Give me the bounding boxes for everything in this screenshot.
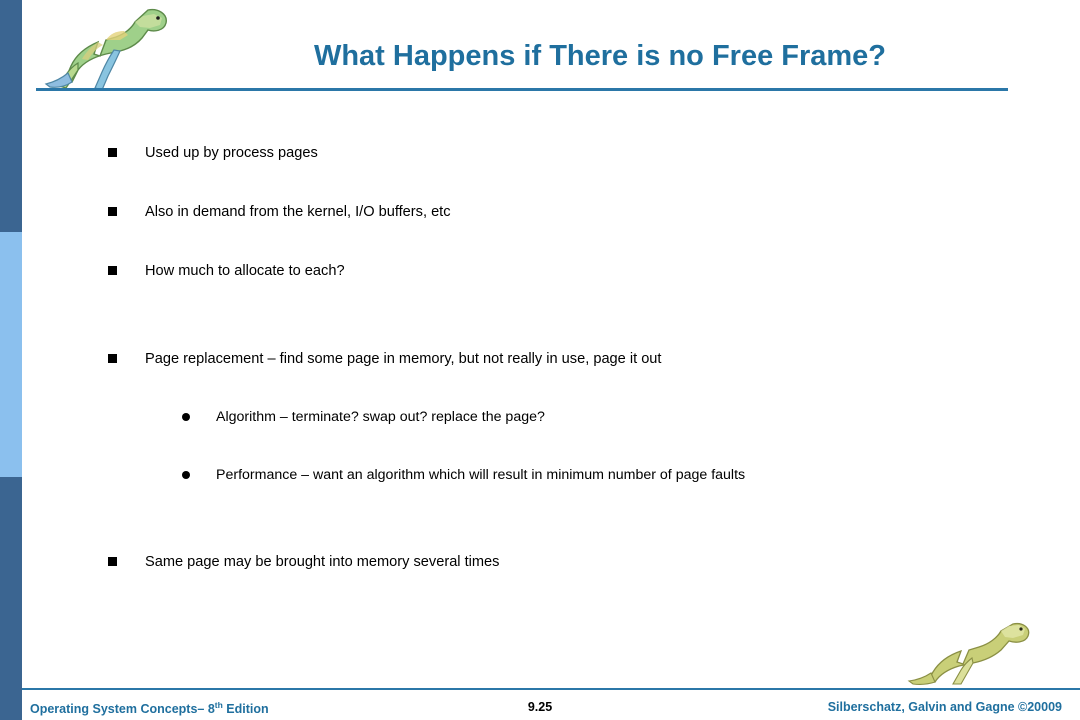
slide-body: Used up by process pages Also in demand … xyxy=(0,140,1080,579)
dinosaur-logo-icon xyxy=(905,612,1035,688)
sub-bullet-text: Algorithm – terminate? swap out? replace… xyxy=(216,409,545,425)
slide-title: What Happens if There is no Free Frame? xyxy=(313,40,887,72)
bullet-item: Same page may be brought into memory sev… xyxy=(0,549,1080,579)
title-underline xyxy=(36,88,1008,91)
square-bullet-icon xyxy=(108,266,117,275)
sub-bullet-item: Algorithm – terminate? swap out? replace… xyxy=(0,404,1080,433)
bullet-text: Used up by process pages xyxy=(145,145,318,161)
round-bullet-icon xyxy=(182,413,190,421)
bullet-text: Page replacement – find some page in mem… xyxy=(145,351,662,367)
square-bullet-icon xyxy=(108,354,117,363)
round-bullet-icon xyxy=(182,471,190,479)
bullet-text: How much to allocate to each? xyxy=(145,263,345,279)
sub-bullet-item: Performance – want an algorithm which wi… xyxy=(0,462,1080,491)
bullet-item: Used up by process pages xyxy=(0,140,1080,170)
footer-divider xyxy=(22,688,1080,690)
bullet-item: How much to allocate to each? xyxy=(0,258,1080,288)
dinosaur-logo-icon xyxy=(36,4,176,92)
square-bullet-icon xyxy=(108,148,117,157)
square-bullet-icon xyxy=(108,557,117,566)
bullet-text: Also in demand from the kernel, I/O buff… xyxy=(145,204,451,220)
footer-copyright: Silberschatz, Galvin and Gagne ©20009 xyxy=(827,700,1062,714)
bullet-item: Page replacement – find some page in mem… xyxy=(0,346,1080,376)
bullet-text: Same page may be brought into memory sev… xyxy=(145,554,500,570)
sub-bullet-text: Performance – want an algorithm which wi… xyxy=(216,467,746,483)
square-bullet-icon xyxy=(108,207,117,216)
bullet-item: Also in demand from the kernel, I/O buff… xyxy=(0,199,1080,229)
